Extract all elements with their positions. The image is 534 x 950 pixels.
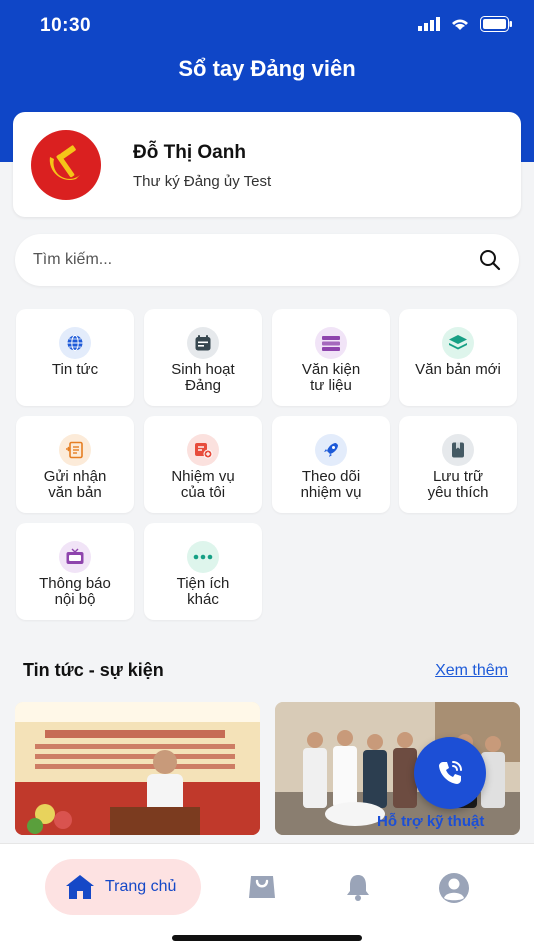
home-indicator (172, 935, 362, 941)
profile-card[interactable]: Đỗ Thị Oanh Thư ký Đảng ủy Test (13, 112, 521, 217)
bottom-tab-bar: Trang chủ (0, 843, 534, 950)
search-box[interactable] (15, 234, 519, 286)
tile-label: Văn bản mới (415, 361, 501, 378)
wifi-icon (452, 19, 468, 30)
news-card[interactable] (15, 702, 260, 835)
status-icons (418, 16, 512, 32)
user-profile-icon[interactable] (438, 872, 470, 904)
news-section-title: Tin tức - sự kiện (23, 660, 164, 680)
tile-label: Gửi nhận văn bản (43, 468, 107, 501)
hammer-sickle-icon (49, 145, 80, 180)
tile-luu-tru-yeu-thich[interactable]: Lưu trữ yêu thích (399, 416, 517, 513)
tile-van-ban-moi[interactable]: Văn bản mới (399, 309, 517, 406)
search-input[interactable] (33, 234, 463, 286)
battery-icon (480, 16, 512, 32)
profile-role: Thư ký Đảng ủy Test (133, 173, 272, 190)
see-more-link[interactable]: Xem thêm (435, 662, 508, 680)
tile-label: Văn kiện tư liệu (301, 361, 361, 394)
tile-theo-doi-nhiem-vu[interactable]: Theo dõi nhiệm vụ (272, 416, 390, 513)
task-add-icon (187, 434, 219, 466)
support-call-button[interactable] (414, 737, 486, 809)
tile-label: Theo dõi nhiệm vụ (300, 468, 362, 501)
more-dots-icon (187, 541, 219, 573)
home-icon (66, 875, 94, 899)
tile-thong-bao-noi-bo[interactable]: Thông báo nội bộ (16, 523, 134, 620)
tab-home[interactable]: Trang chủ (45, 859, 201, 915)
stack-icon (315, 327, 347, 359)
tile-label: Sinh hoạt Đảng (171, 361, 235, 394)
page-title: Sổ tay Đảng viên (178, 56, 356, 81)
shopping-bag-icon[interactable] (246, 872, 278, 900)
globe-icon (59, 327, 91, 359)
tile-nhiem-vu-cua-toi[interactable]: Nhiệm vụ của tôi (144, 416, 262, 513)
search-icon[interactable] (479, 249, 501, 271)
rocket-icon (315, 434, 347, 466)
bell-icon[interactable] (343, 872, 373, 902)
status-bar: 10:30 (0, 0, 534, 52)
tile-label: Lưu trữ yêu thích (427, 468, 489, 501)
phone-ring-icon (439, 761, 462, 784)
document-send-icon (59, 434, 91, 466)
tile-van-kien-tu-lieu[interactable]: Văn kiện tư liệu (272, 309, 390, 406)
tile-tien-ich-khac[interactable]: Tiện ích khác (144, 523, 262, 620)
profile-name: Đỗ Thị Oanh (133, 142, 246, 163)
tile-sinh-hoat-dang[interactable]: Sinh hoạt Đảng (144, 309, 262, 406)
bookmark-icon (442, 434, 474, 466)
tile-tin-tuc[interactable]: Tin tức (16, 309, 134, 406)
tile-label: Thông báo nội bộ (39, 575, 111, 608)
news-photo (15, 702, 260, 835)
tile-gui-nhan-van-ban[interactable]: Gửi nhận văn bản (16, 416, 134, 513)
tv-icon (59, 541, 91, 573)
calendar-icon (187, 327, 219, 359)
signal-icon (418, 17, 440, 31)
tile-label: Nhiệm vụ của tôi (171, 468, 235, 501)
tile-label: Tiện ích khác (176, 575, 230, 608)
status-time: 10:30 (40, 15, 92, 36)
tab-home-label: Trang chủ (105, 878, 177, 895)
party-emblem-avatar (31, 130, 101, 200)
support-label[interactable]: Hỗ trợ kỹ thuật (377, 813, 484, 830)
layers-icon (442, 327, 474, 359)
tile-label: Tin tức (51, 361, 99, 378)
